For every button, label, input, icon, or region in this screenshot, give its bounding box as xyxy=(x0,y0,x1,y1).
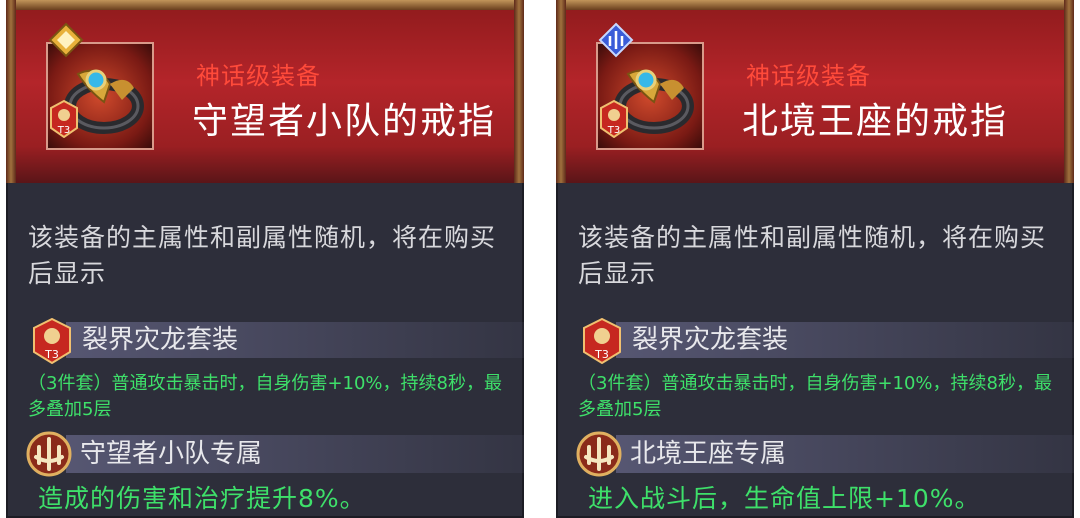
set-bonus-effect: （3件套）普通攻击暴击时，自身伤害+10%，持续8秒，最多叠加5层 xyxy=(578,373,1052,420)
tier-dragon-badge-icon: T3 xyxy=(50,100,78,138)
svg-text:T3: T3 xyxy=(594,348,609,361)
set-bonus-effect: （3件套）普通攻击暴击时，自身伤害+10%，持续8秒，最多叠加5层 xyxy=(28,373,502,420)
rarity-diamond-icon xyxy=(598,22,634,58)
frame-edge-left xyxy=(6,0,16,183)
exclusive-name: 守望者小队专属 xyxy=(80,439,263,469)
dragon-set-icon: T3 xyxy=(583,318,621,364)
set-name: 裂界灾龙套装 xyxy=(632,325,789,355)
frame-edge-right xyxy=(514,0,524,183)
item-tooltip-card: T3 神话级装备 守望者小队的戒指 该装备的主属性和副属性随机，将在购买后显示 … xyxy=(6,0,524,518)
svg-text:T3: T3 xyxy=(44,348,59,361)
svg-text:T3: T3 xyxy=(607,125,620,136)
set-name-bar: T3 裂界灾龙套装 xyxy=(26,318,524,364)
item-name: 北境王座的戒指 xyxy=(742,101,1009,142)
exclusive-effect: 造成的伤害和治疗提升8%。 xyxy=(38,484,366,513)
item-tooltip-card: T3 神话级装备 北境王座的戒指 该装备的主属性和副属性随机，将在购买后显示 T… xyxy=(556,0,1074,518)
exclusive-bar: 守望者小队专属 xyxy=(26,431,524,477)
item-description: 该装备的主属性和副属性随机，将在购买后显示 xyxy=(28,223,497,288)
rarity-label: 神话级装备 xyxy=(196,62,321,90)
dragon-set-icon: T3 xyxy=(33,318,71,364)
svg-text:T3: T3 xyxy=(57,125,70,136)
faction-emblem-icon xyxy=(576,431,622,477)
exclusive-bar: 北境王座专属 xyxy=(576,431,1074,477)
item-name: 守望者小队的戒指 xyxy=(192,101,497,142)
set-name-bar: T3 裂界灾龙套装 xyxy=(576,318,1074,364)
exclusive-effect: 进入战斗后，生命值上限+10%。 xyxy=(588,484,981,513)
tooltip-header: T3 神话级装备 北境王座的戒指 xyxy=(556,0,1074,183)
faction-emblem-icon xyxy=(26,431,72,477)
rarity-diamond-icon xyxy=(48,22,84,58)
tier-dragon-badge-icon: T3 xyxy=(600,100,628,138)
frame-edge-left xyxy=(556,0,566,183)
frame-edge-right xyxy=(1064,0,1074,183)
frame-top xyxy=(6,0,524,10)
frame-top xyxy=(556,0,1074,10)
rarity-label: 神话级装备 xyxy=(746,62,871,90)
exclusive-name: 北境王座专属 xyxy=(630,439,787,469)
set-name: 裂界灾龙套装 xyxy=(82,325,239,355)
tooltip-header: T3 神话级装备 守望者小队的戒指 xyxy=(6,0,524,183)
item-description: 该装备的主属性和副属性随机，将在购买后显示 xyxy=(578,223,1047,288)
